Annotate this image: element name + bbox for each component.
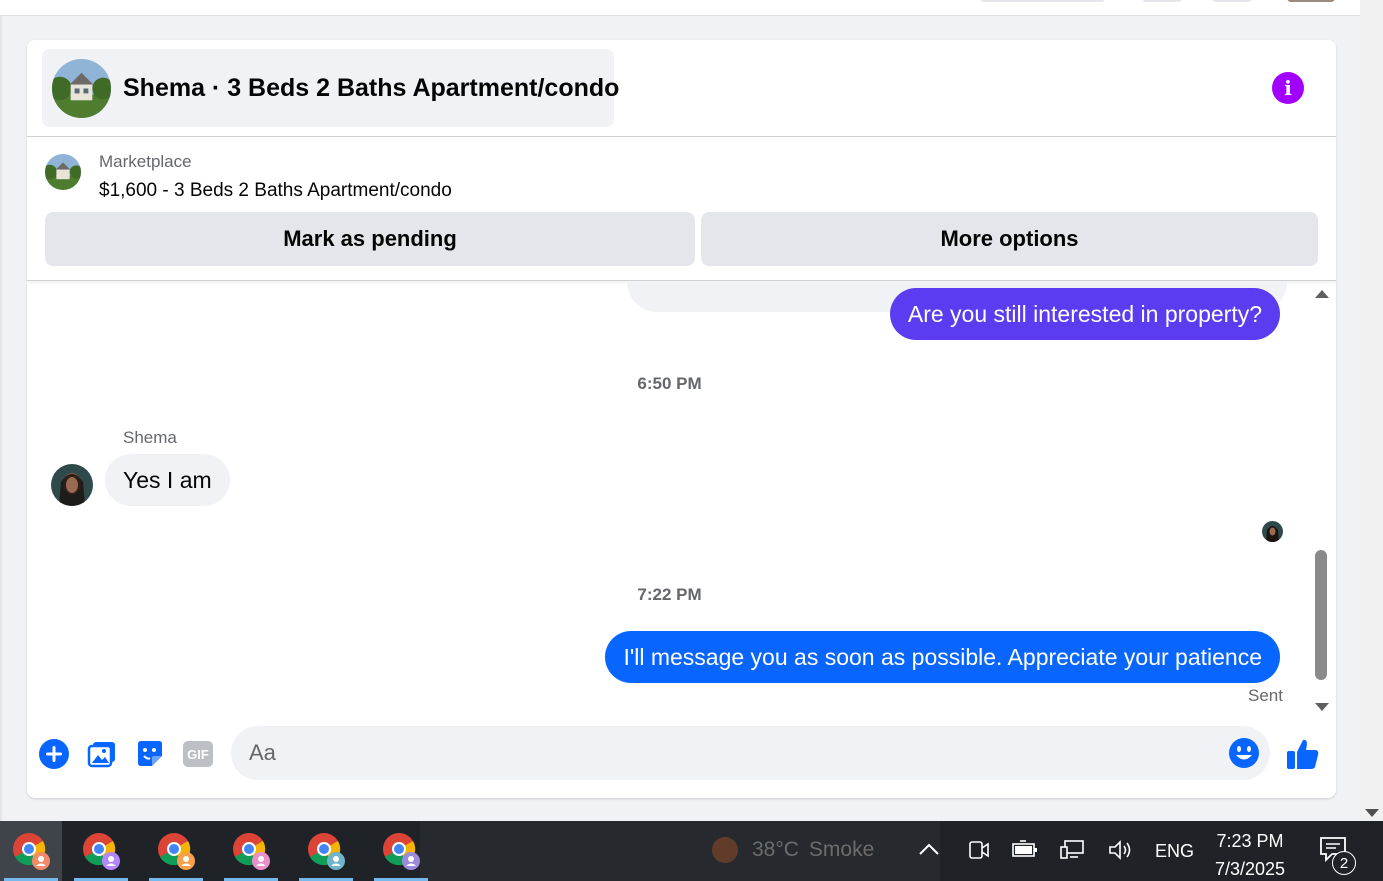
message-input-container[interactable] (231, 726, 1270, 780)
thumbs-up-icon[interactable] (1285, 736, 1321, 772)
conversation-title: Shema · 3 Beds 2 Baths Apartment/condo (123, 73, 620, 102)
marketplace-listing-banner: Marketplace $1,600 - 3 Beds 2 Baths Apar… (27, 138, 1336, 281)
emoji-icon[interactable] (1228, 737, 1260, 769)
page-scrollbar[interactable] (1360, 0, 1383, 821)
message-status: Sent (1248, 686, 1283, 705)
taskbar-chrome-profile-1[interactable] (0, 821, 62, 881)
info-icon[interactable]: i (1272, 72, 1304, 104)
chat-window: Shema · 3 Beds 2 Baths Apartment/condo i… (27, 40, 1336, 798)
network-icon[interactable] (1060, 839, 1086, 866)
gif-icon-label: GIF (187, 747, 209, 762)
top-profile-avatar[interactable] (1287, 0, 1335, 2)
top-nav-button[interactable] (1142, 0, 1182, 2)
sticker-icon[interactable] (134, 738, 166, 770)
message-input[interactable] (231, 726, 1211, 780)
listing-thumbnail[interactable] (45, 154, 81, 190)
plus-icon[interactable] (38, 738, 70, 770)
sender-avatar[interactable] (51, 464, 93, 506)
language-indicator[interactable]: ENG (1155, 841, 1194, 862)
volume-icon[interactable] (1108, 839, 1134, 866)
top-search-pill[interactable] (980, 0, 1105, 2)
top-nav-button[interactable] (1212, 0, 1252, 2)
taskbar-chrome-profile-5[interactable] (295, 821, 357, 881)
chevron-up-icon[interactable] (918, 839, 940, 864)
taskbar: 38°C Smoke ENG 7:23 PM 7/3/2025 2 (0, 821, 1383, 881)
message-timestamp: 6:50 PM (637, 374, 702, 393)
scroll-thumb[interactable] (1315, 550, 1327, 680)
message-composer: GIF (27, 726, 1336, 782)
taskbar-chrome-profile-6[interactable] (370, 821, 432, 881)
browser-top-strip (0, 0, 1360, 16)
photo-icon[interactable] (86, 738, 118, 770)
outgoing-message[interactable]: I'll message you as soon as possible. Ap… (605, 631, 1280, 683)
message-scrollbar[interactable] (1311, 288, 1333, 711)
system-clock[interactable]: 7:23 PM 7/3/2025 (1200, 827, 1300, 881)
taskbar-chrome-profile-3[interactable] (145, 821, 207, 881)
seen-by-avatar (1262, 521, 1283, 542)
message-timestamp: 7:22 PM (637, 585, 702, 604)
page-scroll-down-arrow[interactable] (1365, 809, 1379, 817)
marketplace-label: Marketplace (99, 152, 192, 171)
taskbar-chrome-profile-4[interactable] (220, 821, 282, 881)
weather-temp: 38°C (752, 838, 799, 861)
incoming-message[interactable]: Yes I am (105, 454, 230, 506)
page-left-border (0, 16, 2, 821)
weather-condition: Smoke (808, 838, 875, 861)
more-options-button[interactable]: More options (701, 212, 1318, 266)
weather-smoke-icon (712, 837, 738, 863)
listing-avatar (52, 58, 111, 118)
mark-as-pending-button[interactable]: Mark as pending (45, 212, 695, 266)
sender-name: Shema (123, 428, 177, 447)
message-list: Are you still interested in property? 6:… (27, 282, 1318, 712)
scroll-down-arrow[interactable] (1315, 703, 1329, 711)
battery-icon[interactable] (1012, 839, 1038, 864)
weather-widget[interactable]: 38°C Smoke (708, 835, 874, 865)
listing-summary[interactable]: $1,600 - 3 Beds 2 Baths Apartment/condo (99, 180, 452, 202)
clock-time: 7:23 PM (1216, 831, 1284, 851)
clock-date: 7/3/2025 (1214, 859, 1286, 879)
chat-header: Shema · 3 Beds 2 Baths Apartment/condo i (27, 40, 1336, 137)
gif-icon[interactable]: GIF (182, 738, 214, 770)
meet-now-icon[interactable] (968, 839, 990, 866)
outgoing-message[interactable]: Are you still interested in property? (889, 288, 1280, 340)
conversation-title-chip[interactable]: Shema · 3 Beds 2 Baths Apartment/condo (42, 49, 619, 127)
notification-count-badge: 2 (1332, 851, 1356, 875)
scroll-up-arrow[interactable] (1315, 290, 1329, 298)
taskbar-chrome-profile-2[interactable] (70, 821, 132, 881)
